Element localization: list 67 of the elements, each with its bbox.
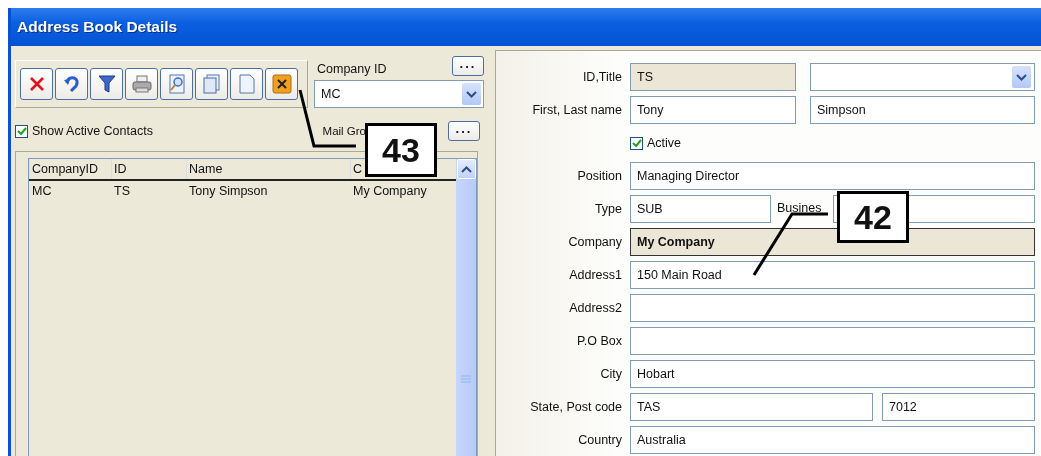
text-field[interactable]: 150 Main Road bbox=[630, 261, 1035, 289]
print-button[interactable] bbox=[125, 68, 158, 100]
close-button[interactable] bbox=[265, 68, 298, 100]
text-field[interactable] bbox=[630, 294, 1035, 322]
filter-icon bbox=[97, 74, 116, 94]
text-field[interactable]: Simpson bbox=[810, 96, 1035, 124]
text-field[interactable]: SUB bbox=[630, 195, 771, 223]
active-checkbox[interactable]: Active bbox=[630, 136, 682, 150]
preview-button[interactable] bbox=[160, 68, 193, 100]
copy-icon bbox=[202, 74, 221, 94]
column-header[interactable]: Name bbox=[186, 159, 350, 179]
delete-icon bbox=[27, 75, 46, 93]
callout-tooltip: 42 bbox=[837, 191, 909, 243]
check-icon bbox=[631, 138, 642, 148]
field-label: Position bbox=[576, 169, 622, 183]
table-cell-text: TS bbox=[113, 183, 131, 200]
preview-icon bbox=[167, 74, 186, 94]
company-id-dropdown[interactable]: MC bbox=[314, 80, 484, 108]
scroll-up-icon bbox=[460, 165, 472, 173]
text-field[interactable]: Tony bbox=[630, 96, 796, 124]
field-label: Address1 bbox=[568, 268, 622, 282]
chevron-icon bbox=[466, 90, 477, 98]
check-icon bbox=[16, 126, 27, 136]
text-field[interactable]: Managing Director bbox=[630, 162, 1035, 190]
dropdown-button[interactable] bbox=[1012, 66, 1031, 88]
field-label: City bbox=[599, 367, 622, 381]
field-label: State, Post code bbox=[529, 400, 622, 414]
browse-button[interactable]: ... bbox=[452, 56, 484, 76]
copy-button[interactable] bbox=[195, 68, 228, 100]
field-label: Address2 bbox=[568, 301, 622, 315]
scrollbar[interactable] bbox=[456, 159, 476, 456]
text-field[interactable]: TAS bbox=[630, 393, 873, 421]
table-cell-text: Tony Simpson bbox=[188, 183, 269, 200]
field-label: Country bbox=[577, 433, 622, 447]
field-label: P.O Box bbox=[576, 334, 622, 348]
text-field[interactable]: Hobart bbox=[630, 360, 1035, 388]
text-field[interactable]: Australia bbox=[630, 426, 1035, 454]
column-header[interactable]: ID bbox=[111, 159, 186, 179]
text-field[interactable]: 7012 bbox=[882, 393, 1035, 421]
new-button[interactable] bbox=[230, 68, 263, 100]
field-label: Type bbox=[593, 202, 622, 216]
window-title: Address Book Details bbox=[17, 18, 178, 36]
callout-tooltip: 43 bbox=[365, 123, 437, 177]
company-id-label: Company ID bbox=[316, 62, 387, 76]
show-active-checkbox[interactable]: Show Active Contacts bbox=[15, 124, 153, 138]
filter-button[interactable] bbox=[90, 68, 123, 100]
field-label: First, Last name bbox=[531, 103, 622, 117]
field-label: Busines bbox=[777, 200, 823, 215]
browse-button[interactable]: ... bbox=[448, 121, 480, 141]
scroll-grip-icon bbox=[461, 375, 471, 385]
field-label: ID,Title bbox=[581, 70, 622, 84]
mail-group-label: Mail Gro bbox=[322, 125, 366, 137]
printer-icon bbox=[131, 74, 152, 94]
page-icon bbox=[238, 74, 255, 94]
table-row[interactable]: MC TS Tony Simpson My Company bbox=[29, 181, 456, 201]
text-field[interactable] bbox=[630, 327, 1035, 355]
column-header[interactable]: CompanyID bbox=[29, 159, 111, 179]
chevron-icon bbox=[1016, 73, 1027, 81]
undo-icon bbox=[63, 75, 80, 93]
field-label: Company bbox=[567, 235, 622, 249]
table-cell-text: My Company bbox=[352, 183, 428, 200]
delete-button[interactable] bbox=[20, 68, 53, 100]
text-field[interactable]: TS bbox=[630, 63, 796, 91]
table-cell-text: MC bbox=[31, 183, 53, 200]
undo-button[interactable] bbox=[55, 68, 88, 100]
close-icon bbox=[271, 74, 292, 94]
title-dropdown[interactable] bbox=[810, 63, 1035, 91]
